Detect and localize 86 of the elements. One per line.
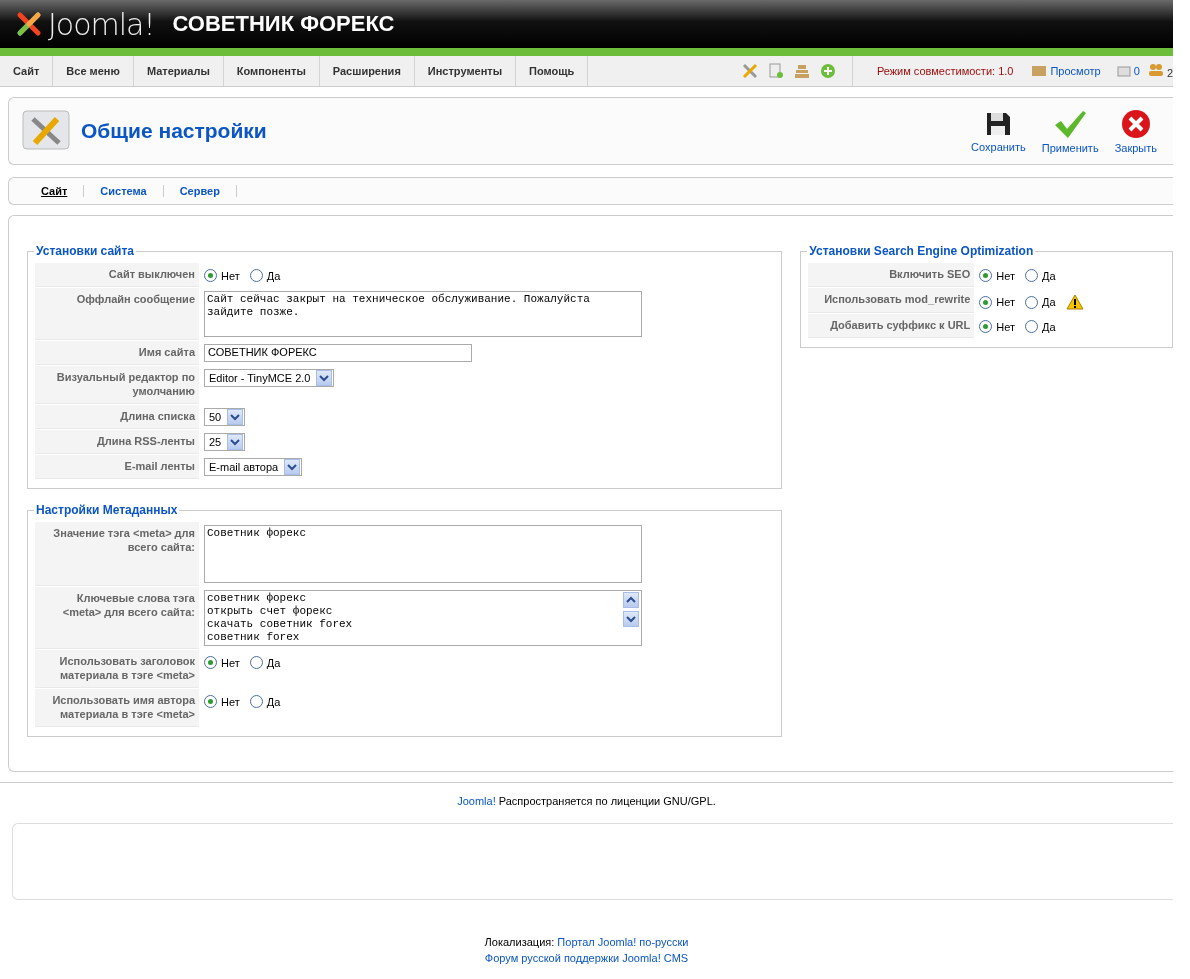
radio-button[interactable] (249, 269, 263, 282)
field-label: E-mail ленты (35, 455, 199, 479)
radio-button[interactable] (1025, 295, 1038, 309)
field-label: Длина списка (35, 405, 199, 429)
menu-item[interactable]: Сайт (0, 56, 54, 86)
compat-mode-label: Режим совместимости: 1.0 (875, 65, 1015, 77)
radio-label: Да (1042, 320, 1056, 333)
radio-label: Нет (221, 695, 240, 708)
close-icon (1120, 108, 1151, 139)
radio-button[interactable] (979, 269, 993, 282)
radio-label: Нет (996, 269, 1015, 282)
select-field[interactable]: E-mail автора (204, 458, 303, 476)
radio-button[interactable] (979, 320, 993, 333)
chevron-up-icon[interactable] (626, 596, 636, 604)
radio-label: Да (1042, 269, 1056, 282)
chevron-down-icon[interactable] (319, 374, 330, 382)
field-label: Использовать заголовок материала в тэге <meta> (35, 650, 199, 688)
forum-link[interactable]: Форум русской поддержки Joomla! CMS (484, 952, 689, 964)
text-area[interactable]: советник форекс открыть счет форекс скачать советник forex советник forex (204, 590, 642, 646)
radio-label: Да (266, 656, 281, 669)
chevron-down-icon[interactable] (230, 438, 241, 446)
joomla-link[interactable]: Joomla! (457, 795, 496, 807)
field-label: Включить SEO (808, 263, 975, 287)
messages-link[interactable]: 0 (1108, 65, 1148, 77)
license-text: Joomla! Распространяется по лиценции GNU/GPL. (456, 795, 717, 807)
portal-link[interactable]: Портал Joomla! по-русски (557, 936, 689, 948)
radio-button[interactable] (979, 295, 993, 309)
field-label: Использовать mod_rewrite (808, 288, 975, 313)
field-label: Визуальный редактор по умолчанию (35, 366, 199, 404)
radio-label: Да (1042, 296, 1056, 308)
radio-button[interactable] (204, 656, 217, 669)
apply-button[interactable]: Применить (1033, 108, 1107, 154)
radio-button[interactable] (204, 695, 217, 708)
menu-item[interactable]: Инструменты (414, 56, 517, 86)
site-title: СОВЕТНИК ФОРЕКС (172, 11, 395, 37)
radio-label: Нет (996, 296, 1015, 308)
group-title: Настройки Метаданных (35, 503, 179, 517)
menu-item[interactable]: Материалы (133, 56, 224, 86)
radio-label: Да (266, 269, 281, 282)
select-field[interactable]: 25 (204, 433, 246, 451)
close-button[interactable]: Закрыть (1106, 108, 1165, 154)
field-label: Ключевые слова тэга <meta> для всего сайта: (35, 587, 199, 649)
radio-button[interactable] (1025, 320, 1038, 333)
page-title: Общие настройки (81, 119, 268, 143)
logo-text: Joomla! (48, 6, 155, 42)
add-icon[interactable] (819, 63, 836, 79)
radio-label: Да (266, 695, 281, 708)
users-count: 2 (1147, 63, 1173, 79)
chevron-down-icon[interactable] (230, 413, 241, 421)
group-title: Установки сайта (35, 244, 136, 258)
checkmark-icon (1053, 108, 1088, 139)
field-label: Имя сайта (35, 341, 199, 365)
chevron-down-icon[interactable] (287, 463, 298, 471)
field-label: Длина RSS-ленты (35, 430, 199, 454)
save-button[interactable]: Сохранить (963, 109, 1034, 153)
input-field[interactable]: СОВЕТНИК ФОРЕКС (204, 344, 472, 362)
select-field[interactable]: Editor - TinyMCE 2.0 (204, 369, 335, 387)
radio-button[interactable] (249, 695, 263, 708)
field-label: Добавить суффикс к URL (808, 314, 975, 338)
group-title: Установки Search Engine Optimization (808, 244, 1035, 258)
field-label: Значение тэга <meta> для всего сайта: (35, 522, 199, 586)
preview-link[interactable]: Просмотр (1023, 64, 1109, 78)
radio-label: Нет (996, 320, 1015, 333)
radio-button[interactable] (1025, 269, 1038, 282)
tab[interactable]: Система (84, 185, 164, 197)
users-icon (1147, 63, 1164, 77)
menu-item[interactable]: Компоненты (223, 56, 320, 86)
field-label: Оффлайн сообщение (35, 288, 199, 340)
field-label: Сайт выключен (35, 263, 199, 287)
menu-item[interactable]: Расширения (319, 56, 415, 86)
radio-button[interactable] (204, 269, 217, 282)
menu-item[interactable]: Все меню (53, 56, 134, 86)
tab[interactable]: Сайт (25, 185, 85, 197)
localization-text: Локализация: Портал Joomla! по-русски (483, 936, 690, 948)
tab[interactable]: Сервер (163, 185, 237, 197)
menu-item[interactable]: Помощь (516, 56, 589, 86)
radio-label: Нет (221, 269, 240, 282)
chevron-down-icon[interactable] (626, 615, 636, 623)
text-area[interactable]: Сайт сейчас закрыт на техническое обслуживание. Пожалуйста зайдите позже. (204, 291, 642, 337)
select-field[interactable]: 50 (204, 408, 246, 426)
text-area[interactable]: Советник форекс (204, 525, 642, 583)
tools-icon[interactable] (741, 63, 758, 79)
tools-icon (21, 109, 71, 153)
radio-button[interactable] (249, 656, 263, 669)
field-label: Использовать имя автора материала в тэге <meta> (35, 689, 199, 727)
radio-label: Нет (221, 656, 240, 669)
